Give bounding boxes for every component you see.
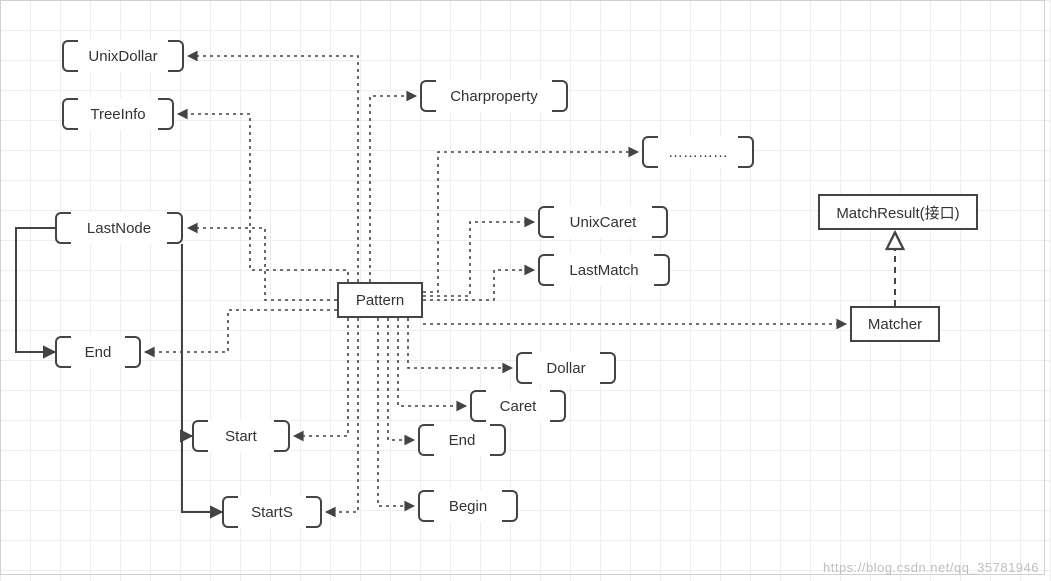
node-begin[interactable]: Begin	[418, 490, 518, 522]
node-label: MatchResult(接口)	[836, 202, 959, 223]
node-unixcaret[interactable]: UnixCaret	[538, 206, 668, 238]
node-label: LastMatch	[569, 262, 638, 279]
node-treeinfo[interactable]: TreeInfo	[62, 98, 174, 130]
node-label: LastNode	[87, 220, 151, 237]
node-label: Pattern	[356, 292, 404, 309]
node-end[interactable]: End	[55, 336, 141, 368]
node-lastmatch[interactable]: LastMatch	[538, 254, 670, 286]
node-unixdollar[interactable]: UnixDollar	[62, 40, 184, 72]
node-lastnode[interactable]: LastNode	[55, 212, 183, 244]
node-label: Begin	[449, 498, 487, 515]
node-caret[interactable]: Caret	[470, 390, 566, 422]
node-label: TreeInfo	[90, 106, 145, 123]
node-matchresult[interactable]: MatchResult(接口)	[818, 194, 978, 230]
node-ellipsis[interactable]: …………	[642, 136, 754, 168]
node-label: Charproperty	[450, 88, 538, 105]
node-starts[interactable]: StartS	[222, 496, 322, 528]
node-label: UnixCaret	[570, 214, 637, 231]
node-label: Matcher	[868, 316, 922, 333]
node-charproperty[interactable]: Charproperty	[420, 80, 568, 112]
node-pattern[interactable]: Pattern	[337, 282, 423, 318]
node-label: Start	[225, 428, 257, 445]
node-label: End	[449, 432, 476, 449]
node-label: StartS	[251, 504, 293, 521]
node-label: UnixDollar	[88, 48, 157, 65]
node-label: …………	[668, 144, 728, 161]
node-label: Caret	[500, 398, 537, 415]
node-matcher[interactable]: Matcher	[850, 306, 940, 342]
node-dollar[interactable]: Dollar	[516, 352, 616, 384]
watermark: https://blog.csdn.net/qq_35781946	[823, 560, 1039, 575]
node-end2[interactable]: End	[418, 424, 506, 456]
node-label: Dollar	[546, 360, 585, 377]
node-start[interactable]: Start	[192, 420, 290, 452]
node-label: End	[85, 344, 112, 361]
